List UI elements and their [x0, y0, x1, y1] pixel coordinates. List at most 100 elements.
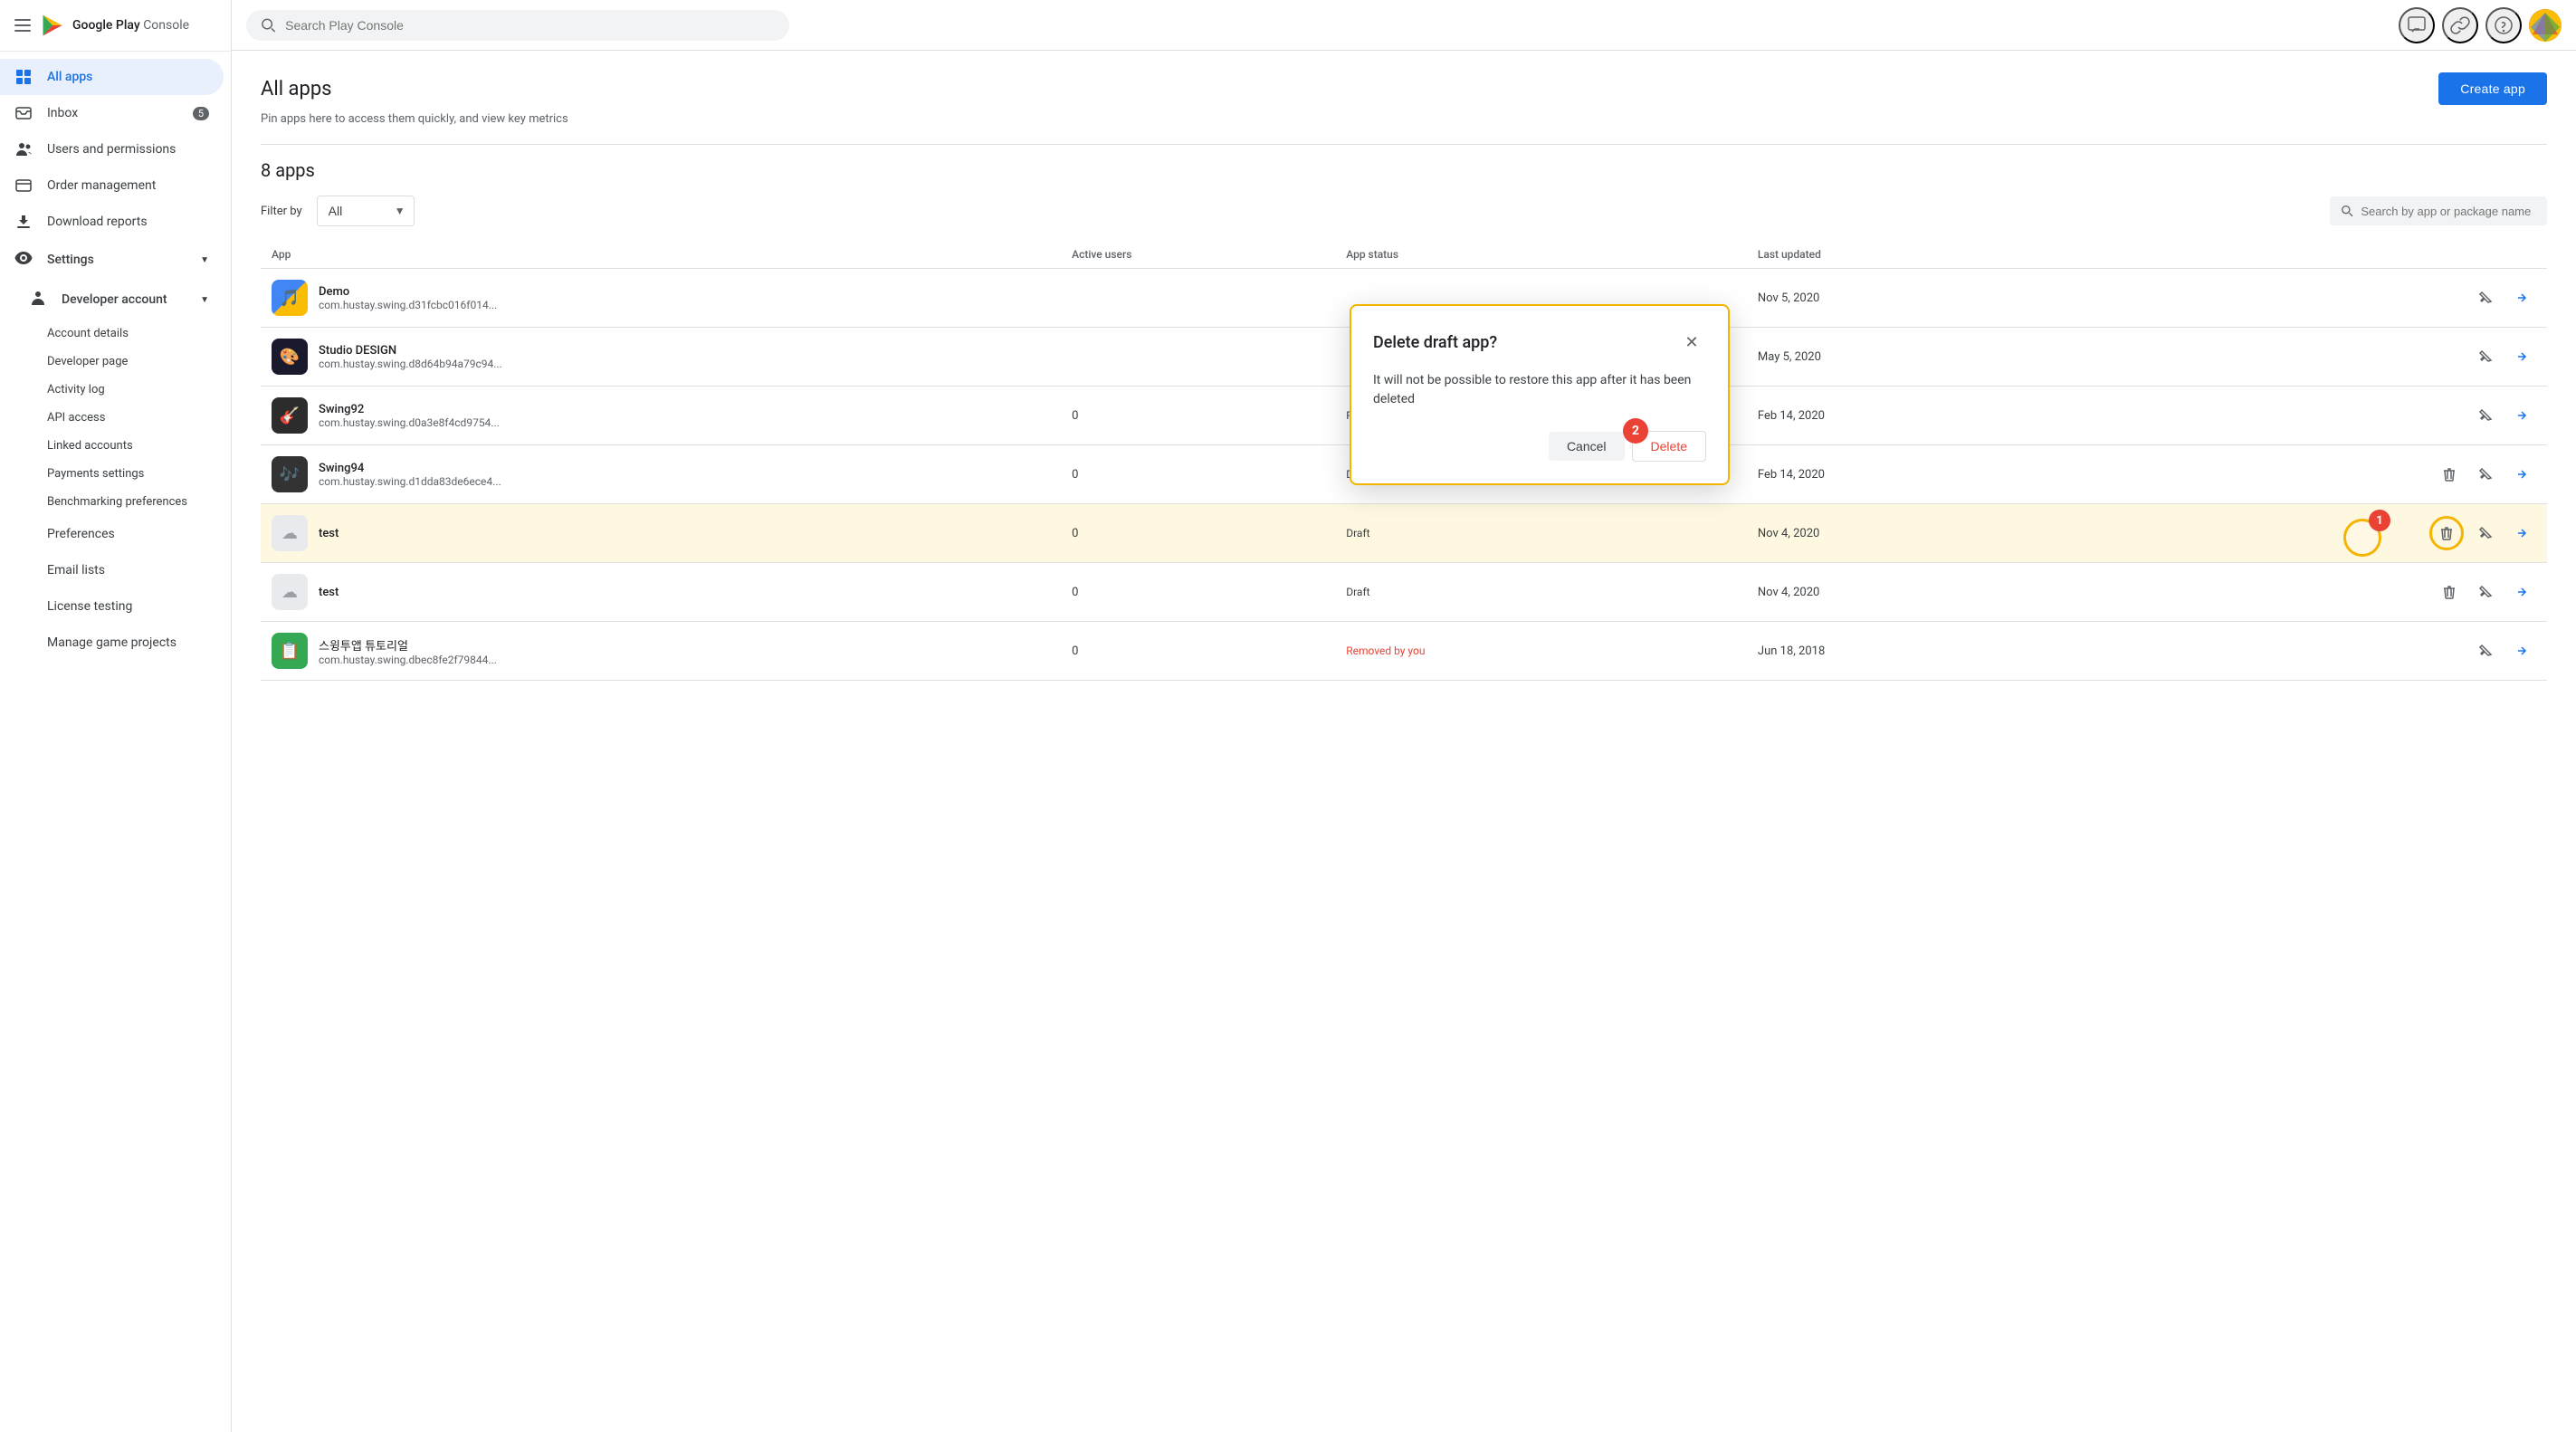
modal-close-button[interactable]: ✕ [1677, 328, 1706, 357]
filter-label: Filter by [261, 205, 302, 218]
sidebar-item-order-management[interactable]: Order management [0, 167, 224, 204]
app-info: ☁ test [272, 515, 1050, 551]
app-name: Demo [319, 285, 497, 299]
app-icon: ☁ [272, 574, 308, 610]
app-status-cell: Removed by you [1335, 622, 1747, 681]
sidebar-subitem-label: Activity log [47, 383, 105, 396]
actions-cell [2159, 387, 2547, 445]
sidebar-item-inbox[interactable]: Inbox 5 [0, 95, 224, 131]
pin-icon [2477, 290, 2494, 306]
delete-app-button[interactable] [2435, 578, 2464, 606]
sidebar-subitem-api-access[interactable]: API access [0, 404, 224, 432]
sidebar-nav: All apps Inbox 5 Users and permissions O… [0, 52, 231, 1432]
hamburger-menu-icon[interactable] [14, 19, 31, 32]
sidebar-subitem-activity-log[interactable]: Activity log [0, 376, 224, 404]
search-icon [261, 17, 276, 33]
pin-app-button[interactable] [2471, 283, 2500, 312]
app-cell: 📋 스윙투앱 튜토리얼 com.hustay.swing.dbec8fe2f79… [261, 622, 1061, 681]
sidebar-item-label: Email lists [47, 563, 105, 578]
row-actions [2170, 460, 2536, 489]
go-to-app-button[interactable] [2507, 283, 2536, 312]
help-icon-button[interactable] [2485, 7, 2522, 43]
developer-account-label: Developer account [62, 292, 167, 307]
chat-icon-button[interactable] [2399, 7, 2435, 43]
sidebar-item-email-lists[interactable]: Email lists [0, 552, 224, 588]
app-details: Demo com.hustay.swing.d31fcbc016f014... [319, 285, 497, 311]
active-users-cell: 0 [1061, 445, 1335, 504]
go-to-app-button[interactable] [2507, 342, 2536, 371]
sidebar-header: Google Play Console [0, 0, 231, 52]
sidebar-subitem-payments-settings[interactable]: Payments settings [0, 460, 224, 488]
pin-app-button[interactable] [2471, 460, 2500, 489]
sidebar-developer-account[interactable]: Developer account ▼ [0, 280, 224, 320]
sidebar-subitem-developer-page[interactable]: Developer page [0, 348, 224, 376]
pin-app-button[interactable] [2471, 519, 2500, 548]
sidebar-item-label: Preferences [47, 527, 115, 541]
go-to-app-button[interactable] [2507, 519, 2536, 548]
arrow-right-icon [2514, 525, 2530, 541]
active-users-cell: 0 [1061, 563, 1335, 622]
create-app-button[interactable]: Create app [2438, 72, 2547, 105]
search-bar[interactable] [246, 10, 789, 41]
col-header-app: App [261, 241, 1061, 269]
status-badge: Draft [1346, 527, 1369, 539]
col-header-users: Active users [1061, 241, 1335, 269]
modal-actions: 2 Cancel Delete [1373, 431, 1706, 462]
trash-icon [2441, 466, 2457, 482]
link-icon [2450, 15, 2470, 35]
last-updated-cell: Nov 5, 2020 [1747, 269, 2159, 328]
sidebar-item-settings[interactable]: Settings ▼ [0, 240, 224, 280]
app-info: ☁ test [272, 574, 1050, 610]
pin-icon [2477, 584, 2494, 600]
go-to-app-button[interactable] [2507, 636, 2536, 665]
sidebar-subitem-linked-accounts[interactable]: Linked accounts [0, 432, 224, 460]
go-to-app-button[interactable] [2507, 578, 2536, 606]
actions-cell [2159, 269, 2547, 328]
col-header-status: App status [1335, 241, 1747, 269]
col-header-updated: Last updated [1747, 241, 2159, 269]
pin-icon [2477, 348, 2494, 365]
sidebar-subitem-benchmarking-preferences[interactable]: Benchmarking preferences [0, 488, 224, 516]
app-search-input[interactable] [2361, 205, 2536, 218]
sidebar-item-users-permissions[interactable]: Users and permissions [0, 131, 224, 167]
app-package: com.hustay.swing.d0a3e8f4cd9754... [319, 416, 500, 429]
sidebar-subitem-account-details[interactable]: Account details [0, 320, 224, 348]
app-icon: 📋 [272, 633, 308, 669]
delete-app-button[interactable] [2435, 460, 2464, 489]
app-icon: 🎨 [272, 339, 308, 375]
inbox-icon [14, 104, 33, 122]
row-actions [2170, 636, 2536, 665]
sidebar-item-label: Order management [47, 178, 156, 193]
go-to-app-button[interactable] [2507, 460, 2536, 489]
pin-app-button[interactable] [2471, 578, 2500, 606]
sidebar-item-download-reports[interactable]: Download reports [0, 204, 224, 240]
search-input[interactable] [285, 18, 775, 33]
row-actions [2170, 516, 2536, 550]
app-cell: 🎵 Demo com.hustay.swing.d31fcbc016f014..… [261, 269, 1061, 328]
brand-logo[interactable]: Google Play Console [40, 13, 189, 38]
filter-select[interactable]: All Published Draft Removed [317, 196, 415, 226]
go-to-app-button[interactable] [2507, 401, 2536, 430]
sidebar-item-manage-game-projects[interactable]: Manage game projects [0, 625, 224, 661]
sidebar-item-all-apps[interactable]: All apps [0, 59, 224, 95]
active-users-cell: 0 [1061, 387, 1335, 445]
actions-cell [2159, 504, 2547, 563]
sidebar-item-license-testing[interactable]: License testing [0, 588, 224, 625]
sidebar-item-preferences[interactable]: Preferences [0, 516, 224, 552]
avatar[interactable] [2529, 9, 2562, 42]
modal-cancel-button[interactable]: Cancel [1549, 432, 1625, 461]
pin-app-button[interactable] [2471, 401, 2500, 430]
delete-app-button[interactable] [2429, 516, 2464, 550]
link-icon-button[interactable] [2442, 7, 2478, 43]
last-updated-cell: Nov 4, 2020 [1747, 504, 2159, 563]
row-actions [2170, 401, 2536, 430]
pin-app-button[interactable] [2471, 636, 2500, 665]
pin-app-button[interactable] [2471, 342, 2500, 371]
page-subtitle: Pin apps here to access them quickly, an… [261, 112, 2547, 126]
license-icon [14, 597, 33, 616]
actions-cell [2159, 445, 2547, 504]
app-search-bar[interactable] [2330, 196, 2547, 225]
app-cell: 🎸 Swing92 com.hustay.swing.d0a3e8f4cd975… [261, 387, 1061, 445]
app-name: Swing92 [319, 403, 500, 416]
actions-cell [2159, 563, 2547, 622]
